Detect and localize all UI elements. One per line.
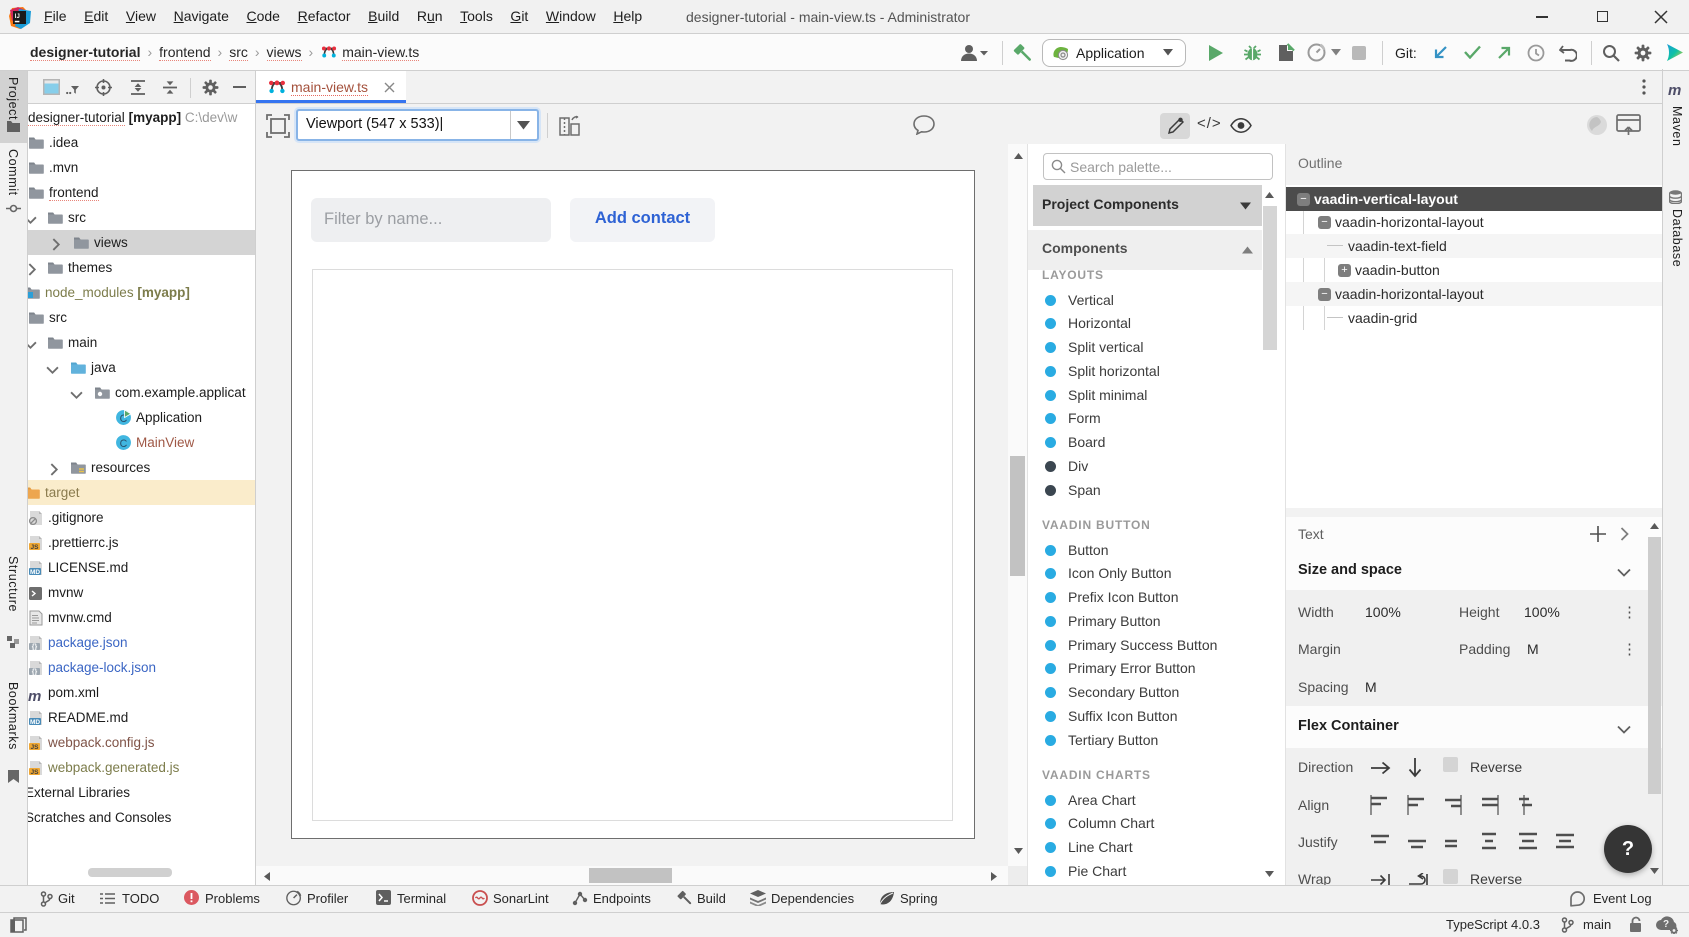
svg-text:IJ: IJ xyxy=(15,14,20,20)
svg-text:?: ? xyxy=(1663,919,1669,930)
